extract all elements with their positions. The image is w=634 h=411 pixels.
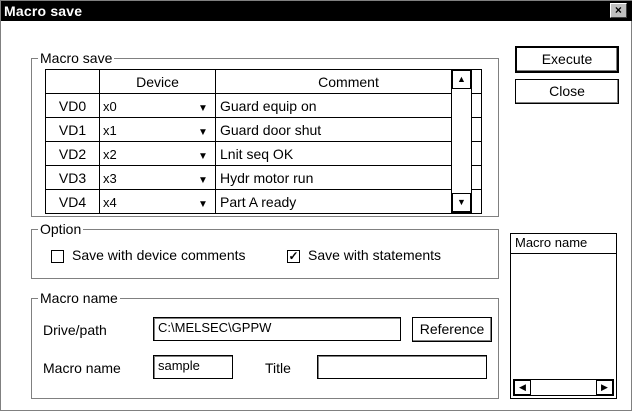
dropdown-arrow-icon[interactable]: ▼	[194, 175, 212, 186]
row-id: VD1	[45, 117, 100, 142]
comment-cell[interactable]: Lnit seq OK	[215, 141, 482, 166]
dropdown-arrow-icon[interactable]: ▼	[194, 127, 212, 138]
save-with-statements-checkbox[interactable]: ✓ Save with statements	[287, 247, 441, 263]
device-column-header: Device	[99, 69, 216, 94]
row-id: VD4	[45, 189, 100, 214]
comment-cell[interactable]: Hydr motor run	[215, 165, 482, 190]
comment-cell[interactable]: Guard door shut	[215, 117, 482, 142]
table-row: VD1 x1 ▼ Guard door shut	[45, 117, 482, 142]
title-input[interactable]	[317, 355, 487, 379]
comment-column-header: Comment	[215, 69, 482, 94]
drive-path-input[interactable]: C:\MELSEC\GPPW	[153, 317, 401, 341]
option-group-label: Option	[38, 221, 84, 237]
device-select[interactable]: x0 ▼	[99, 93, 216, 118]
table-row: VD0 x0 ▼ Guard equip on	[45, 93, 482, 118]
comment-cell[interactable]: Guard equip on	[215, 93, 482, 118]
macro-name-input[interactable]: sample	[153, 355, 233, 379]
macro-name-group: Macro name	[31, 290, 499, 399]
device-comment-table: Device Comment VD0 x0 ▼ Guard equip on VD…	[45, 69, 482, 214]
macro-name-label: Macro name	[43, 360, 121, 376]
close-icon[interactable]: ×	[610, 3, 627, 18]
dropdown-arrow-icon[interactable]: ▼	[194, 199, 212, 210]
device-value: x1	[103, 122, 117, 138]
row-id: VD0	[45, 93, 100, 118]
window-title: Macro save	[4, 3, 83, 19]
dropdown-arrow-icon[interactable]: ▼	[194, 151, 212, 162]
comment-cell[interactable]: Part A ready	[215, 189, 482, 214]
macro-list-header: Macro name	[511, 234, 616, 254]
device-select[interactable]: x3 ▼	[99, 165, 216, 190]
table-header-row: Device Comment	[45, 69, 482, 94]
checkmark-icon[interactable]: ✓	[287, 249, 300, 263]
drive-path-label: Drive/path	[43, 322, 107, 338]
device-value: x0	[103, 98, 117, 114]
listbox-horizontal-scrollbar[interactable]: ◀ ▶	[513, 379, 614, 396]
macro-save-group-label: Macro save	[38, 50, 115, 66]
execute-button[interactable]: Execute	[515, 46, 619, 73]
table-row: VD4 x4 ▼ Part A ready	[45, 189, 482, 214]
device-select[interactable]: x4 ▼	[99, 189, 216, 214]
macro-name-listbox[interactable]: Macro name ◀ ▶	[510, 233, 617, 399]
close-button[interactable]: Close	[515, 79, 619, 104]
row-id: VD2	[45, 141, 100, 166]
row-id: VD3	[45, 165, 100, 190]
save-with-device-comments-label: Save with device comments	[72, 247, 246, 263]
scroll-up-icon[interactable]: ▲	[452, 70, 471, 89]
device-select[interactable]: x1 ▼	[99, 117, 216, 142]
table-row: VD2 x2 ▼ Lnit seq OK	[45, 141, 482, 166]
title-label: Title	[265, 360, 291, 376]
title-bar: Macro save ×	[1, 1, 632, 21]
corner-header	[45, 69, 100, 94]
dropdown-arrow-icon[interactable]: ▼	[194, 103, 212, 114]
macro-save-dialog: Macro save × Macro save Device Comment V…	[0, 0, 632, 411]
scroll-right-icon[interactable]: ▶	[596, 380, 613, 395]
device-value: x3	[103, 170, 117, 186]
table-vertical-scrollbar[interactable]: ▲ ▼	[451, 69, 472, 213]
device-select[interactable]: x2 ▼	[99, 141, 216, 166]
device-value: x4	[103, 194, 117, 210]
save-with-device-comments-checkbox[interactable]: Save with device comments	[51, 247, 246, 263]
unchecked-box-icon[interactable]	[51, 249, 64, 263]
reference-button[interactable]: Reference	[412, 317, 492, 342]
table-row: VD3 x3 ▼ Hydr motor run	[45, 165, 482, 190]
macro-name-group-label: Macro name	[38, 290, 120, 306]
scroll-left-icon[interactable]: ◀	[514, 380, 531, 395]
device-value: x2	[103, 146, 117, 162]
save-with-statements-label: Save with statements	[308, 247, 442, 263]
scroll-down-icon[interactable]: ▼	[452, 193, 471, 212]
